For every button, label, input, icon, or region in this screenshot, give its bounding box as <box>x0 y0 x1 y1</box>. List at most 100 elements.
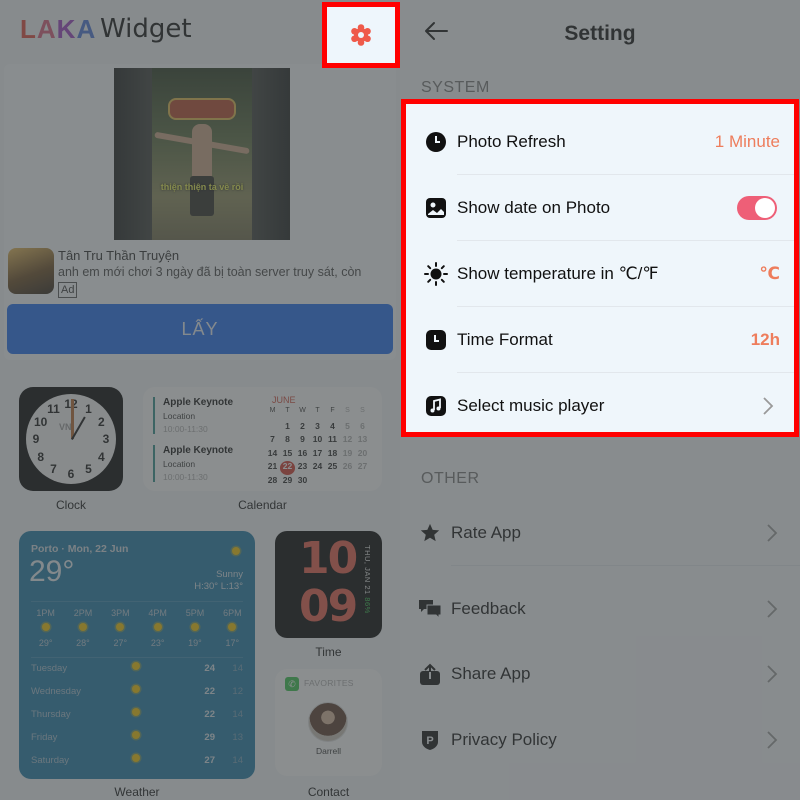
contact-name: Darrell <box>315 746 342 756</box>
calendar-day: 18 <box>327 447 338 458</box>
weekday-header: M <box>269 407 276 414</box>
toggle-knob <box>755 198 775 218</box>
calendar-day: 16 <box>297 447 308 458</box>
star-icon <box>418 521 442 545</box>
clock-number: 10 <box>34 414 48 429</box>
clock-widget[interactable]: VN 121234567891011 <box>19 387 123 491</box>
weekday-header: W <box>299 407 306 414</box>
weather-widget[interactable]: Porto · Mon, 22 Jun 29° Sunny H:30° L:13… <box>19 531 255 779</box>
ad-badge: Ad <box>58 282 78 298</box>
calendar-day: 2 <box>300 420 305 431</box>
settings-item-feedback[interactable]: Feedback <box>400 576 800 642</box>
calendar-day: 27 <box>357 461 368 472</box>
divider <box>31 601 243 602</box>
hourly-time: 1PM <box>36 608 55 618</box>
daily-forecast-row: Saturday 27 14 <box>31 753 245 776</box>
settings-item-time-format[interactable]: Time Format 12h <box>406 307 794 373</box>
settings-item-label: Time Format <box>457 330 553 349</box>
calendar-day: 6 <box>360 420 365 431</box>
photo-icon <box>424 196 448 220</box>
hourly-icon-cell <box>176 623 213 633</box>
share-icon <box>418 662 442 686</box>
calendar-day: 7 <box>270 434 275 445</box>
clock-number: 3 <box>102 432 110 446</box>
sun-icon <box>132 685 140 693</box>
settings-item-privacy-policy[interactable]: P Privacy Policy <box>400 707 800 773</box>
time-side-info: THU, JAN 21 86% <box>363 545 372 614</box>
svg-text:P: P <box>426 735 433 747</box>
daily-forecast-row: Friday 29 13 <box>31 730 245 753</box>
calendar-day: 12 <box>342 434 353 445</box>
clock-number: 11 <box>47 401 60 416</box>
ad-app-icon <box>8 248 54 294</box>
calendar-day: 13 <box>357 434 368 445</box>
logo-letter: A <box>76 14 97 44</box>
calendar-day-today: 22 <box>280 461 295 475</box>
clock-widget-label: Clock <box>55 498 86 512</box>
day-low: 14 <box>232 709 243 720</box>
day-name: Saturday <box>31 755 70 766</box>
time-widget[interactable]: 10 09 THU, JAN 21 86% <box>275 531 382 638</box>
show-date-toggle[interactable] <box>737 196 777 220</box>
settings-item-music-player[interactable]: Select music player <box>406 373 794 439</box>
hourly-forecast: 1PM 2PM 3PM 4PM 5PM 6PM 29° 28° 27° 23° 19° 17° <box>27 608 251 648</box>
calendar-day: 4 <box>330 420 335 431</box>
calendar-event: Apple Keynote Location 10:00-11:30 <box>153 397 263 434</box>
ad-video[interactable]: thiện thiện ta về rồi <box>114 68 290 240</box>
chevron-right-icon <box>767 600 778 618</box>
daily-forecast-row: Tuesday 24 14 <box>31 661 245 684</box>
day-low: 14 <box>232 755 243 766</box>
feedback-icon <box>418 597 442 621</box>
clock-square-icon <box>424 328 448 352</box>
calendar-day: 14 <box>267 447 278 458</box>
event-title: Apple Keynote <box>163 445 234 456</box>
sun-icon <box>132 754 140 762</box>
daily-forecast-row: Wednesday 22 12 <box>31 684 245 707</box>
contact-widget[interactable]: ✆ FAVORITES Darrell <box>275 669 382 776</box>
contact-avatar[interactable] <box>308 702 348 742</box>
ad-card[interactable]: thiện thiện ta về rồi Tân Tru Thần Truyệ… <box>4 64 396 360</box>
settings-item-label: Show date on Photo <box>457 198 611 217</box>
calendar-blank <box>265 421 280 435</box>
clock-number: 6 <box>67 467 75 481</box>
hourly-time: 2PM <box>73 608 93 618</box>
settings-item-share-app[interactable]: Share App <box>400 641 800 707</box>
settings-item-photo-refresh[interactable]: Photo Refresh 1 Minute <box>406 109 794 175</box>
calendar-day: 30 <box>297 474 308 485</box>
chevron-right-icon <box>763 397 774 415</box>
settings-item-label: Photo Refresh <box>457 132 566 151</box>
settings-item-temperature-unit[interactable]: Show temperature in ℃/℉ ℃ <box>406 241 794 307</box>
high-low: H:30° L:13° <box>194 581 243 592</box>
settings-item-show-date[interactable]: Show date on Photo <box>406 175 794 241</box>
day-low: 14 <box>232 663 243 674</box>
favorites-header: FAVORITES <box>304 678 354 688</box>
settings-item-label: Share App <box>451 664 531 683</box>
settings-item-rate-app[interactable]: Rate App <box>400 500 800 566</box>
day-low: 13 <box>232 732 243 743</box>
day-name: Friday <box>31 732 58 743</box>
day-name: Wednesday <box>31 686 81 697</box>
hourly-time: 4PM <box>148 608 167 618</box>
calendar-day: 20 <box>357 447 368 458</box>
condition-text: Sunny <box>216 569 243 580</box>
video-blur-right <box>252 68 290 240</box>
page-title: Setting <box>564 22 636 45</box>
photo-refresh-value[interactable]: 1 Minute <box>715 132 780 152</box>
ad-get-button[interactable]: LẤY <box>7 304 393 354</box>
calendar-day: 5 <box>345 420 350 431</box>
settings-button[interactable] <box>322 2 400 68</box>
calendar-widget-label: Calendar <box>238 498 287 512</box>
calendar-grid: M T W T F S S 1 2 3 4 5 6 7 8 9 10 11 12 13 14 15 16 17 18 19 20 21… <box>265 407 370 489</box>
sun-icon <box>232 547 240 555</box>
temperature-unit-value[interactable]: ℃ <box>759 264 780 284</box>
calendar-day: 28 <box>267 474 278 485</box>
video-caption: thiện thiện ta về rồi <box>160 182 244 192</box>
calendar-widget[interactable]: Apple Keynote Location 10:00-11:30 Apple… <box>143 387 382 491</box>
event-location: Location <box>163 411 196 421</box>
day-high: 22 <box>204 686 215 697</box>
hourly-temp: 19° <box>188 638 202 648</box>
time-hours: 10 <box>299 533 358 584</box>
time-format-value[interactable]: 12h <box>751 330 780 350</box>
time-date: THU, JAN 21 <box>363 545 372 595</box>
day-high: 22 <box>204 709 215 720</box>
